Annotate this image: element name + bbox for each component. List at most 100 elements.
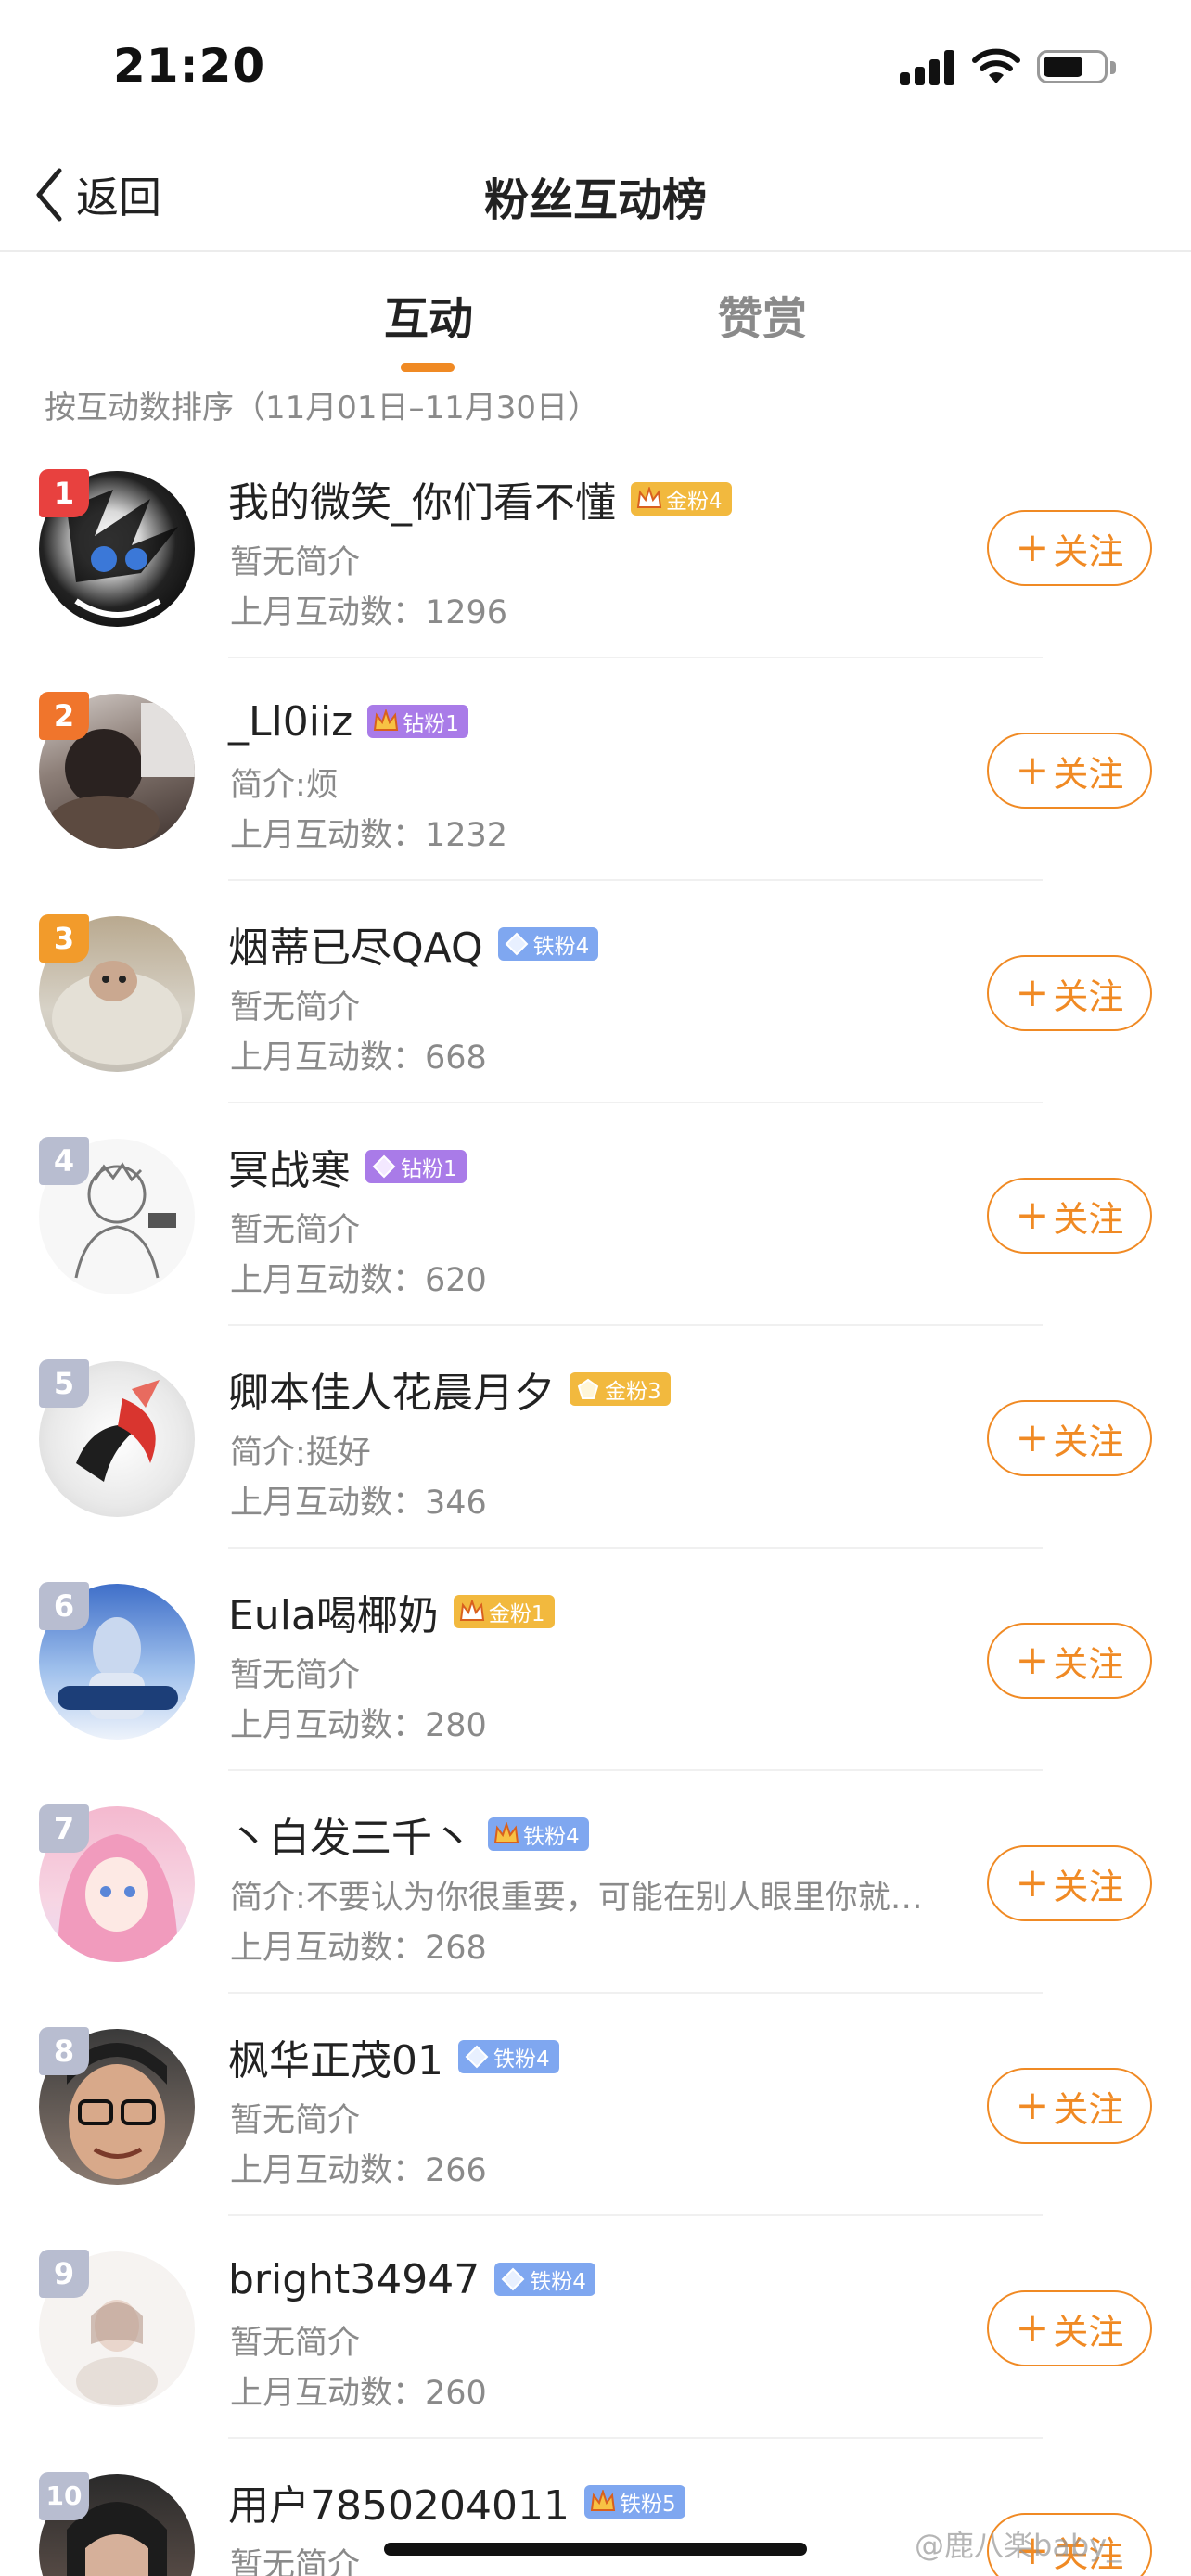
watermark: @鹿八楽baby_ <box>915 2528 1122 2563</box>
gem-icon <box>372 1154 396 1179</box>
status-time: 21:20 <box>113 39 266 93</box>
active-tab-indicator <box>401 363 455 372</box>
plus-icon: + <box>1015 524 1050 571</box>
fan-name[interactable]: Eula喝椰奶 <box>228 1582 439 1641</box>
list-item[interactable]: 9 bright34947 铁粉4 暂无简介 上月互动数：260 + 关注 <box>0 2216 1191 2439</box>
fan-level-label: 铁粉4 <box>523 1825 580 1849</box>
fan-name[interactable]: _Ll0iiz <box>228 698 352 746</box>
fan-interaction-count: 上月互动数：266 <box>230 2152 487 2189</box>
fan-interaction-count: 上月互动数：346 <box>230 1485 487 1522</box>
fan-interaction-count: 上月互动数：268 <box>230 1930 487 1967</box>
fan-level-label: 钻粉1 <box>401 1157 457 1181</box>
follow-button[interactable]: + 关注 <box>987 1178 1152 1254</box>
list-item[interactable]: 2 _Ll0iiz 钻粉1 简介:烦 上月互动数：1232 + 关注 <box>0 658 1191 881</box>
fan-bio: 暂无简介 <box>230 2102 361 2139</box>
plus-icon: + <box>1015 1414 1050 1461</box>
plus-icon: + <box>1015 746 1050 794</box>
fan-bio: 暂无简介 <box>230 989 361 1027</box>
follow-button[interactable]: + 关注 <box>987 510 1152 586</box>
rank-badge: 8 <box>39 2027 89 2075</box>
cellular-signal-icon <box>900 50 957 85</box>
rank-badge: 2 <box>39 692 89 740</box>
fan-name[interactable]: 冥战寒 <box>228 1137 351 1196</box>
page-title: 粉丝互动榜 <box>483 174 707 226</box>
fan-interaction-count: 上月互动数：280 <box>230 1707 487 1744</box>
list-item[interactable]: 8 枫华正茂01 铁粉4 暂无简介 上月互动数：266 + 关注 <box>0 1994 1191 2216</box>
status-bar: 21:20 <box>0 0 1191 130</box>
list-item[interactable]: 3 烟蒂已尽QAQ 铁粉4 暂无简介 上月互动数：668 + 关注 <box>0 881 1191 1103</box>
list-item[interactable]: 4 冥战寒 钻粉1 暂无简介 上月互动数：620 + 关注 <box>0 1103 1191 1326</box>
rank-badge: 7 <box>39 1804 89 1853</box>
tab-reward[interactable]: 赞赏 <box>718 282 807 347</box>
list-item[interactable]: 1 我的微笑_你们看不懂 金粉4 暂无简介 上月互动数：1296 + 关注 <box>0 436 1191 658</box>
follow-label: 关注 <box>1053 1421 1124 1462</box>
fan-level-label: 铁粉5 <box>619 2493 676 2517</box>
fan-level-badge: 钻粉1 <box>367 705 468 738</box>
follow-button[interactable]: + 关注 <box>987 1623 1152 1699</box>
plus-icon: + <box>1015 2082 1050 2129</box>
fan-bio: 暂无简介 <box>230 1657 361 1694</box>
fan-bio: 暂无简介 <box>230 1212 361 1249</box>
tab-interaction[interactable]: 互动 <box>384 282 473 347</box>
battery-tip <box>1110 61 1116 74</box>
plus-icon: + <box>1015 1859 1050 1906</box>
list-item[interactable]: 5 卿本佳人花晨月夕 金粉3 简介:挺好 上月互动数：346 + 关注 <box>0 1326 1191 1549</box>
fan-level-badge: 金粉1 <box>453 1595 555 1628</box>
follow-label: 关注 <box>1053 753 1124 795</box>
fan-name[interactable]: 丶白发三千丶 <box>228 1804 473 1864</box>
rank-badge: 1 <box>39 469 89 517</box>
follow-button[interactable]: + 关注 <box>987 955 1152 1031</box>
follow-button[interactable]: + 关注 <box>987 2068 1152 2144</box>
fan-name[interactable]: 我的微笑_你们看不懂 <box>228 469 616 529</box>
crown-icon <box>636 487 662 508</box>
fan-level-label: 金粉4 <box>666 490 723 514</box>
fan-level-badge: 铁粉4 <box>488 1817 589 1851</box>
fan-interaction-count: 上月互动数：668 <box>230 1039 487 1077</box>
battery-icon <box>1037 50 1108 83</box>
list-item[interactable]: 6 Eula喝椰奶 金粉1 暂无简介 上月互动数：280 + 关注 <box>0 1549 1191 1771</box>
fan-bio: 暂无简介 <box>230 544 361 581</box>
fan-level-badge: 铁粉5 <box>583 2485 685 2519</box>
follow-button[interactable]: + 关注 <box>987 1845 1152 1921</box>
fan-name[interactable]: 卿本佳人花晨月夕 <box>228 1359 555 1419</box>
fan-level-badge: 钻粉1 <box>365 1150 467 1183</box>
fan-interaction-count: 上月互动数：260 <box>230 2375 487 2412</box>
gem-icon <box>501 2267 525 2291</box>
fan-level-label: 金粉3 <box>605 1380 661 1404</box>
follow-button[interactable]: + 关注 <box>987 733 1152 809</box>
rank-badge: 6 <box>39 1582 89 1630</box>
fan-name[interactable]: bright34947 <box>228 2256 480 2303</box>
gem-icon <box>577 1378 599 1399</box>
follow-label: 关注 <box>1053 1866 1124 1907</box>
rank-badge: 10 <box>39 2472 89 2520</box>
list-item[interactable]: 7 丶白发三千丶 铁粉4 简介:不要认为你很重要，可能在别人眼里你就… 上月互动… <box>0 1771 1191 1994</box>
fan-interaction-count: 上月互动数：620 <box>230 1262 487 1299</box>
plus-icon: + <box>1015 2304 1050 2352</box>
home-indicator[interactable] <box>384 2543 807 2556</box>
follow-button[interactable]: + 关注 <box>987 1400 1152 1476</box>
fan-name[interactable]: 烟蒂已尽QAQ <box>228 914 483 974</box>
plus-icon: + <box>1015 1637 1050 1684</box>
fan-level-badge: 铁粉4 <box>458 2040 559 2073</box>
plus-icon: + <box>1015 1192 1050 1239</box>
fan-interaction-count: 上月互动数：1296 <box>230 594 508 631</box>
rank-badge: 5 <box>39 1359 89 1408</box>
fan-bio: 暂无简介 <box>230 2325 361 2362</box>
fan-bio: 简介:不要认为你很重要，可能在别人眼里你就… <box>230 1880 923 1917</box>
fan-level-label: 铁粉4 <box>493 2047 550 2072</box>
crown-icon <box>459 1600 485 1621</box>
follow-button[interactable]: + 关注 <box>987 2290 1152 2366</box>
fan-name[interactable]: 枫华正茂01 <box>228 2027 443 2086</box>
plus-icon: + <box>1015 969 1050 1016</box>
fan-level-label: 铁粉4 <box>530 2270 586 2294</box>
rank-badge: 9 <box>39 2250 89 2298</box>
fan-level-badge: 铁粉4 <box>494 2263 596 2296</box>
fan-bio: 暂无简介 <box>230 2547 361 2576</box>
fan-name[interactable]: 用户7850204011 <box>228 2472 570 2531</box>
fan-level-label: 金粉1 <box>488 1602 545 1626</box>
rank-badge: 4 <box>39 1137 89 1185</box>
crown-icon <box>590 2490 616 2511</box>
follow-label: 关注 <box>1053 1198 1124 1240</box>
fan-level-badge: 金粉4 <box>631 482 732 516</box>
wifi-icon <box>972 48 1020 83</box>
